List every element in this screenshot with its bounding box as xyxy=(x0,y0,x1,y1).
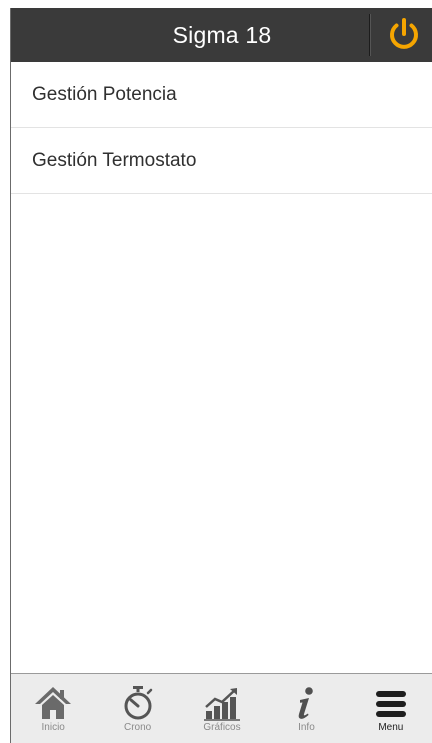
menu-list: Gestión Potencia Gestión Termostato xyxy=(11,62,432,194)
tab-graficos[interactable]: Gráficos xyxy=(180,674,264,743)
power-button[interactable] xyxy=(385,16,423,54)
tab-menu[interactable]: Menu xyxy=(349,674,432,743)
tab-label: Gráficos xyxy=(203,722,241,733)
menu-item-gestion-potencia[interactable]: Gestión Potencia xyxy=(11,62,432,128)
tab-info[interactable]: Info xyxy=(264,674,348,743)
tab-label: Crono xyxy=(123,722,152,733)
stopwatch-icon xyxy=(118,685,158,721)
bottom-tab-bar: Inicio Crono Gráficos Info Menu xyxy=(11,673,432,743)
menu-item-label: Gestión Potencia xyxy=(32,83,177,105)
home-icon xyxy=(33,685,73,721)
tab-label: Inicio xyxy=(41,722,65,733)
menu-item-gestion-termostato[interactable]: Gestión Termostato xyxy=(11,128,432,194)
tab-crono[interactable]: Crono xyxy=(95,674,179,743)
tab-label: Info xyxy=(298,722,315,733)
tab-label: Menu xyxy=(378,722,404,733)
app-header: Sigma 18 xyxy=(11,8,432,62)
hamburger-menu-icon xyxy=(371,685,411,721)
power-icon xyxy=(390,18,418,49)
app-frame: Sigma 18 Gestión Potencia Gestión Termos… xyxy=(10,8,432,743)
tab-inicio[interactable]: Inicio xyxy=(11,674,95,743)
header-divider xyxy=(369,14,370,56)
menu-item-label: Gestión Termostato xyxy=(32,149,197,171)
bar-chart-icon xyxy=(202,685,242,721)
info-icon xyxy=(286,685,326,721)
